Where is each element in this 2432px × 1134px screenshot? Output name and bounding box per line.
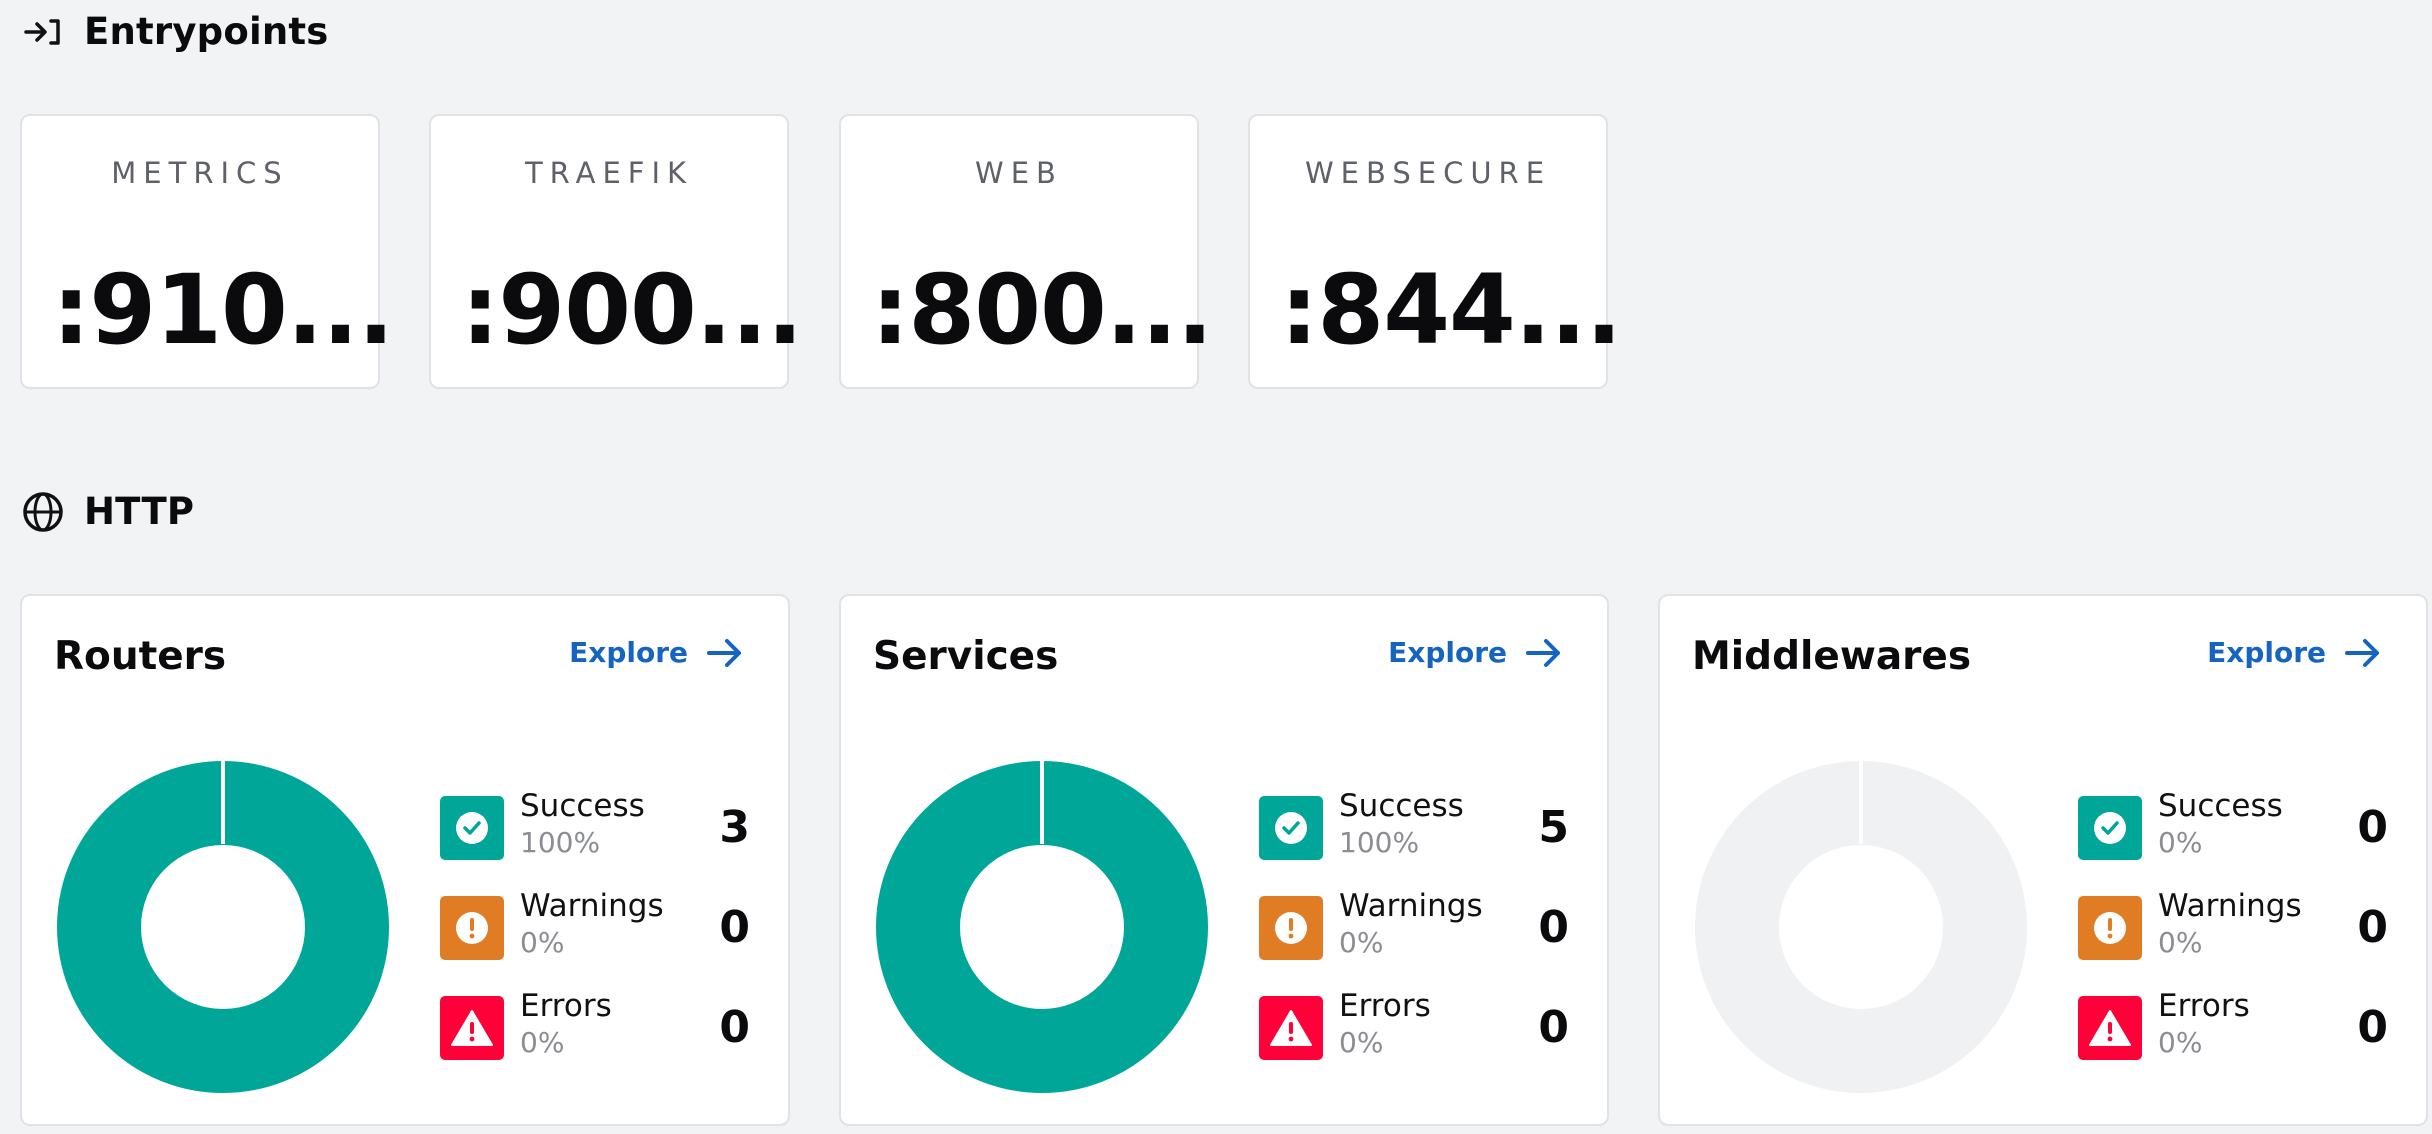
status-donut-chart [876, 760, 1208, 1093]
globe-icon [22, 491, 64, 533]
stat-count: 0 [719, 1002, 750, 1053]
explore-link[interactable]: Explore [1388, 636, 1563, 669]
stat-count: 3 [719, 802, 750, 853]
stat-label: Success [1339, 788, 1464, 824]
entrypoint-name: WEB [975, 156, 1063, 190]
error-icon [2078, 996, 2142, 1060]
entrypoint-port: :800... [871, 254, 1213, 366]
explore-link[interactable]: Explore [569, 636, 744, 669]
entrypoints-heading: Entrypoints [22, 10, 329, 53]
stat-label: Warnings [1339, 888, 1483, 924]
stat-count: 0 [2357, 802, 2388, 853]
status-donut-chart [1695, 760, 2027, 1093]
stat-percent: 0% [1339, 1026, 1384, 1059]
stat-label: Errors [1339, 988, 1431, 1024]
stat-success: Success 100% 3 [440, 788, 750, 862]
explore-link[interactable]: Explore [2207, 636, 2382, 669]
stat-warnings: Warnings 0% 0 [440, 888, 750, 962]
entrypoint-card-websecure[interactable]: WEBSECURE :844... [1248, 114, 1622, 389]
stat-percent: 0% [2158, 826, 2203, 859]
stat-errors: Errors 0% 0 [2078, 988, 2388, 1062]
error-icon [1259, 996, 1323, 1060]
explore-label: Explore [569, 636, 688, 669]
stat-label: Success [2158, 788, 2283, 824]
stat-percent: 0% [2158, 1026, 2203, 1059]
entrypoint-name: TRAEFIK [524, 156, 694, 190]
http-heading: HTTP [22, 490, 194, 533]
arrow-right-icon [1526, 638, 1560, 667]
stat-warnings: Warnings 0% 0 [2078, 888, 2388, 962]
stat-percent: 100% [520, 826, 601, 859]
explore-label: Explore [2207, 636, 2326, 669]
entry-arrow-icon [22, 11, 64, 53]
stat-percent: 0% [520, 926, 565, 959]
stat-label: Success [520, 788, 645, 824]
card-title: Routers [54, 634, 227, 679]
stat-errors: Errors 0% 0 [1259, 988, 1569, 1062]
stat-percent: 0% [520, 1026, 565, 1059]
card-title: Middlewares [1692, 634, 1972, 679]
entrypoint-port: :900... [461, 254, 803, 366]
stat-percent: 0% [2158, 926, 2203, 959]
stat-success: Success 0% 0 [2078, 788, 2388, 862]
entrypoint-name: METRICS [111, 156, 289, 190]
warning-icon [1259, 896, 1323, 960]
stat-count: 0 [2357, 902, 2388, 953]
services-card: Services Explore Success 100% 5 Warnings… [839, 594, 1609, 1126]
stat-label: Errors [520, 988, 612, 1024]
arrow-right-icon [2345, 638, 2379, 667]
stat-percent: 0% [1339, 926, 1384, 959]
stat-count: 0 [1538, 1002, 1569, 1053]
status-donut-chart [57, 760, 389, 1093]
stat-label: Errors [2158, 988, 2250, 1024]
entrypoints-title: Entrypoints [84, 10, 329, 53]
routers-card: Routers Explore Success 100% 3 Warnings … [20, 594, 790, 1126]
middlewares-card: Middlewares Explore Success 0% 0 Warning… [1658, 594, 2428, 1126]
stat-success: Success 100% 5 [1259, 788, 1569, 862]
entrypoint-card-traefik[interactable]: TRAEFIK :900... [429, 114, 803, 389]
explore-label: Explore [1388, 636, 1507, 669]
http-title: HTTP [84, 490, 195, 533]
stat-percent: 100% [1339, 826, 1420, 859]
warning-icon [2078, 896, 2142, 960]
stat-warnings: Warnings 0% 0 [1259, 888, 1569, 962]
entrypoint-name: WEBSECURE [1304, 156, 1552, 190]
stat-label: Warnings [2158, 888, 2302, 924]
entrypoint-card-web[interactable]: WEB :800... [839, 114, 1213, 389]
stat-errors: Errors 0% 0 [440, 988, 750, 1062]
entrypoint-port: :910... [52, 254, 394, 366]
stat-count: 0 [2357, 1002, 2388, 1053]
stat-count: 5 [1538, 802, 1569, 853]
error-icon [440, 996, 504, 1060]
stat-count: 0 [1538, 902, 1569, 953]
card-title: Services [873, 634, 1059, 679]
check-icon [440, 796, 504, 860]
check-icon [1259, 796, 1323, 860]
warning-icon [440, 896, 504, 960]
entrypoint-card-metrics[interactable]: METRICS :910... [20, 114, 394, 389]
entrypoint-port: :844... [1280, 254, 1622, 366]
stat-label: Warnings [520, 888, 664, 924]
check-icon [2078, 796, 2142, 860]
stat-count: 0 [719, 902, 750, 953]
arrow-right-icon [707, 638, 741, 667]
